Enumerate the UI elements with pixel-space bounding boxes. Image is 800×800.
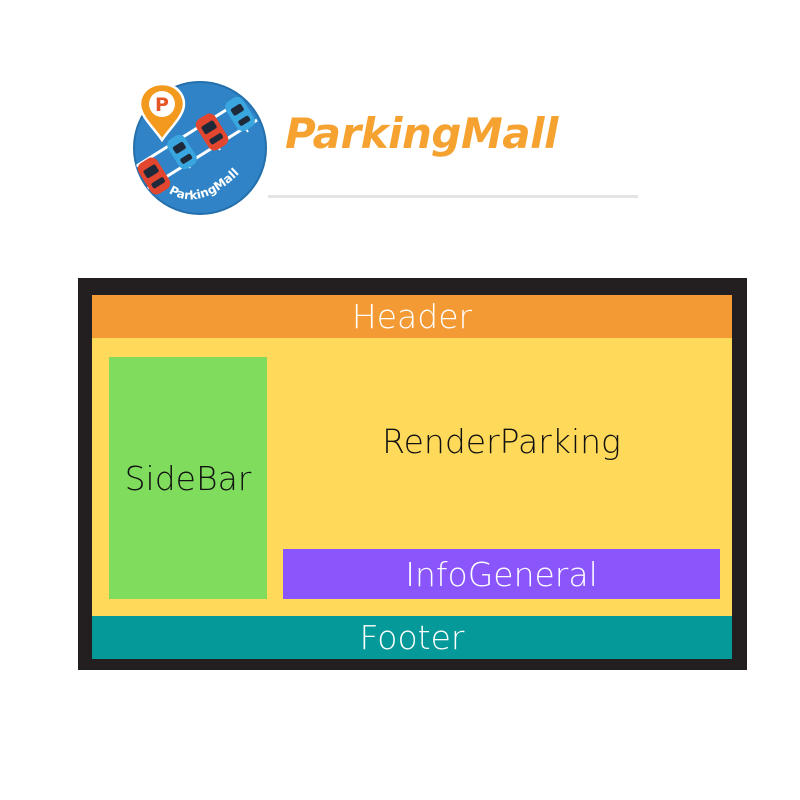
footer-box: Footer xyxy=(92,616,732,659)
render-parking-label: RenderParking xyxy=(382,422,621,461)
info-general-box: InfoGeneral xyxy=(283,549,720,599)
svg-text:P: P xyxy=(155,94,169,116)
brand-divider xyxy=(268,195,638,198)
brand-name: ParkingMall xyxy=(285,109,558,158)
sidebar-box: SideBar xyxy=(109,357,267,599)
header-box: Header xyxy=(92,295,732,338)
parkingmall-logo-badge: ParkingMall P xyxy=(133,81,267,215)
